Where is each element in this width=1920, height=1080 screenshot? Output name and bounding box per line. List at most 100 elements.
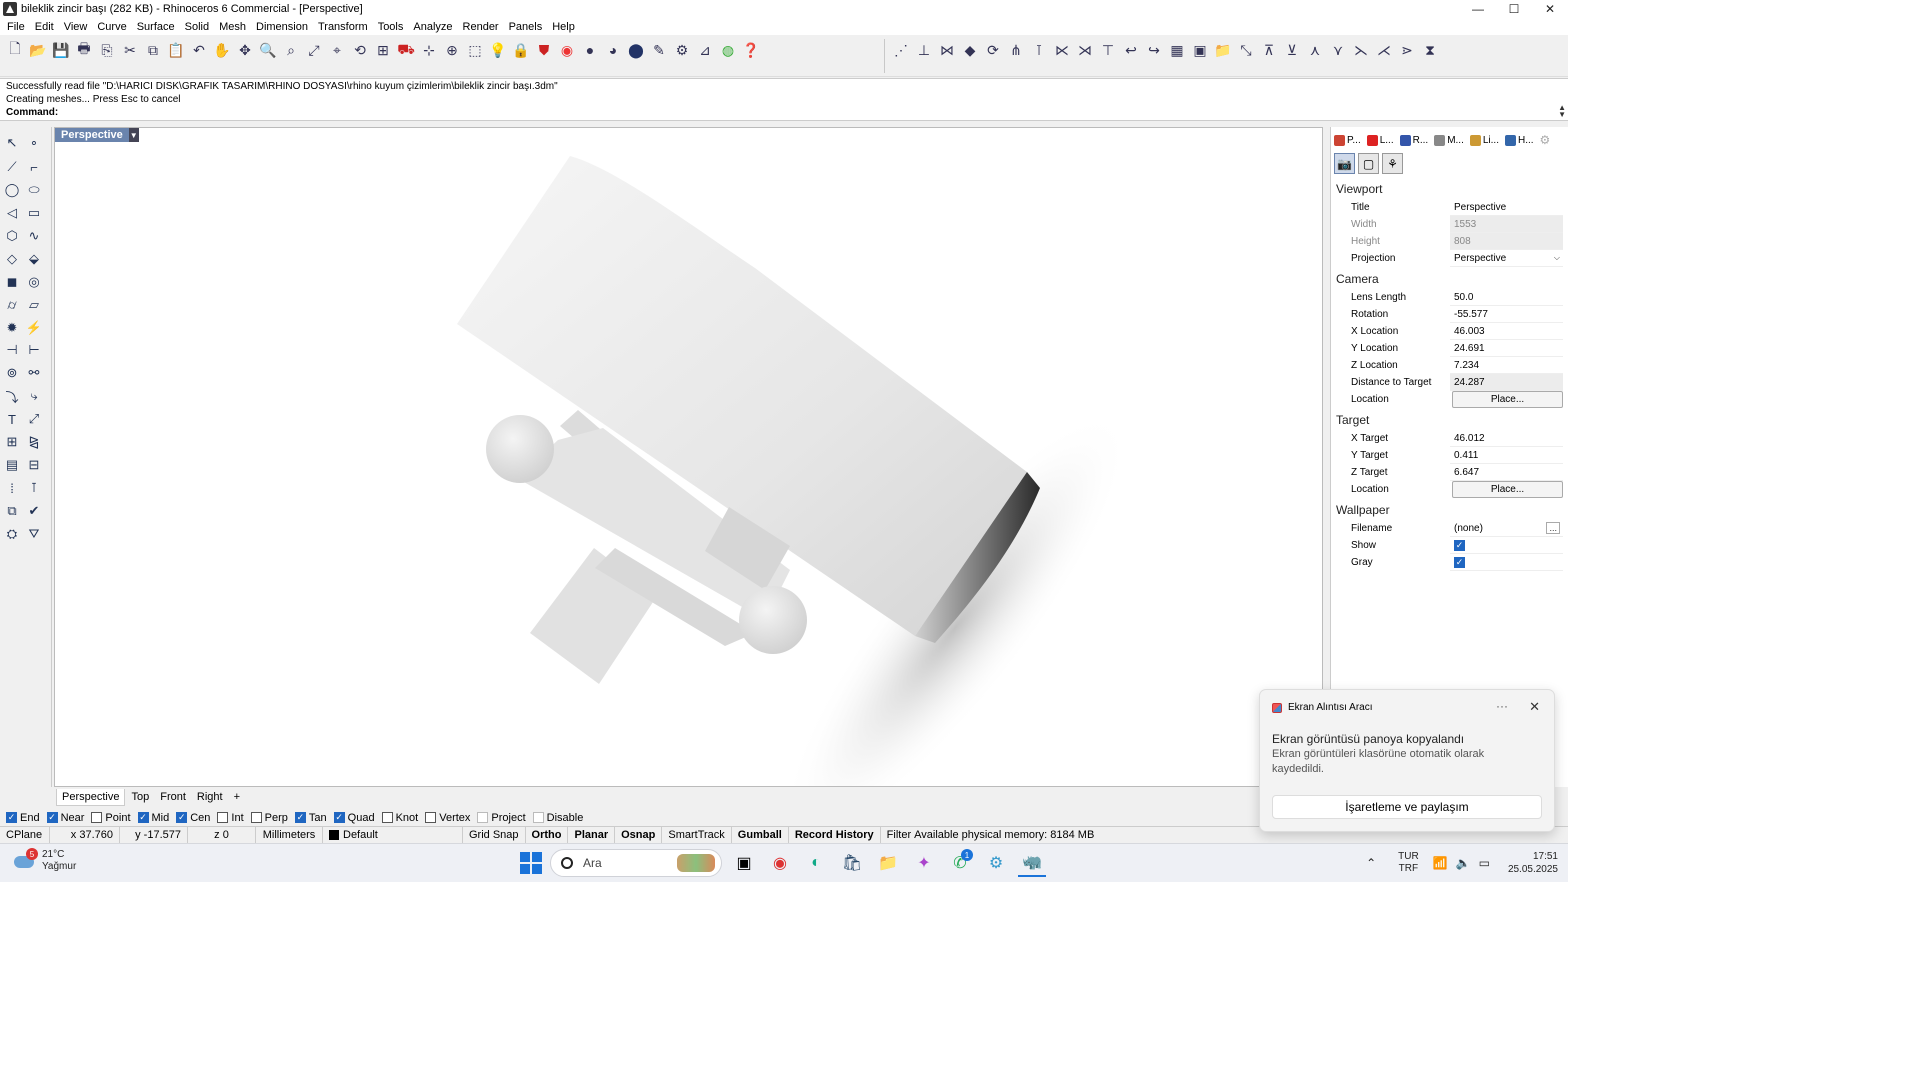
osnap-project[interactable]: Project (477, 812, 526, 824)
world-front-icon[interactable]: ⊻ (1281, 39, 1303, 61)
display-mode-icon[interactable]: ⚘ (1382, 153, 1403, 174)
y-location-field[interactable]: 24.691 (1450, 340, 1563, 357)
z-target-field[interactable]: 6.647 (1450, 464, 1563, 481)
osnap-disable-checkbox[interactable] (532, 812, 544, 823)
menu-curve[interactable]: Curve (92, 21, 131, 33)
paint-icon[interactable]: ⛛ (24, 524, 44, 544)
copy-icon[interactable]: ⧉ (142, 39, 164, 61)
snipping-tool-notification[interactable]: Ekran Alıntısı Aracı ··· ✕ Ekran görüntü… (1259, 689, 1555, 832)
menu-solid[interactable]: Solid (180, 21, 214, 33)
grid-snap-toggle[interactable]: Grid Snap (463, 826, 526, 844)
blend-curve-icon[interactable]: ⤷ (24, 386, 44, 406)
osnap-point[interactable]: Point (91, 812, 131, 824)
help-icon[interactable]: ❓ (740, 39, 762, 61)
menu-render[interactable]: Render (458, 21, 504, 33)
tab-layers[interactable]: L... (1364, 132, 1397, 148)
rectangle-icon[interactable]: ▭ (24, 203, 44, 223)
extrude-icon[interactable]: ▤ (2, 455, 22, 475)
render-tools-icon[interactable]: ✹ (2, 318, 22, 338)
lock-icon[interactable]: 🔒 (510, 39, 532, 61)
osnap-disable[interactable]: Disable (532, 812, 583, 824)
wifi-icon[interactable]: 📶 (1433, 856, 1448, 870)
z-location-field[interactable]: 7.234 (1450, 357, 1563, 374)
freeform-curve-icon[interactable]: ∿ (24, 226, 44, 246)
new-file-icon[interactable]: 🗋 (4, 39, 26, 61)
world-right-icon[interactable]: ⋏ (1304, 39, 1326, 61)
print-icon[interactable]: 🖶 (73, 39, 95, 61)
fillet-icon[interactable]: ⤵ (2, 386, 22, 406)
edge-icon[interactable]: ◐ (802, 849, 830, 877)
language-indicator[interactable]: TUR TRF (1398, 851, 1419, 875)
osnap-near[interactable]: ✓ Near (46, 812, 84, 824)
taskbar-search[interactable]: Ara (550, 849, 722, 877)
edit-points-icon[interactable]: ⧉ (2, 501, 22, 521)
select-icon[interactable]: ⬚ (464, 39, 486, 61)
snap-tool-icon[interactable]: ⋰ (890, 39, 912, 61)
block-icon[interactable]: ⚯ (24, 363, 44, 383)
tab-libraries[interactable]: Li... (1467, 132, 1502, 148)
cplane-world-icon[interactable]: ⊤ (1097, 39, 1119, 61)
tab-render[interactable]: R... (1397, 132, 1432, 148)
extra-tool-icon[interactable]: ⧗ (1419, 39, 1441, 61)
dimension-tools-icon[interactable]: ⊣ (2, 340, 22, 360)
osnap-toggle[interactable]: Osnap (615, 826, 663, 844)
filter-toggle[interactable]: Filter (881, 827, 914, 844)
cplane-origin-icon[interactable]: ⊥ (913, 39, 935, 61)
y-target-field[interactable]: 0.411 (1450, 447, 1563, 464)
menu-dimension[interactable]: Dimension (251, 21, 313, 33)
camera-place-button[interactable]: Place... (1452, 391, 1563, 408)
cplane-elevation-icon[interactable]: ⋈ (936, 39, 958, 61)
copilot-icon[interactable]: ✦ (910, 849, 938, 877)
rhino-taskbar-icon[interactable]: 🦏 (1018, 849, 1046, 877)
ortho-toggle[interactable]: Ortho (526, 826, 569, 844)
rendered-sphere-icon[interactable]: ◕ (602, 39, 624, 61)
chevron-up-icon[interactable]: ⌃ (1366, 856, 1376, 870)
four-viewports-icon[interactable]: ⊞ (372, 39, 394, 61)
options-gear-icon[interactable]: ⚙ (671, 39, 693, 61)
speaker-icon[interactable]: 🔈 (1456, 856, 1471, 870)
text-tools-icon[interactable]: ⊢ (24, 340, 44, 360)
lens-length-field[interactable]: 50.0 (1450, 289, 1563, 306)
solid-box-icon[interactable]: ◼ (2, 272, 22, 292)
battery-icon[interactable]: ▭ (1479, 856, 1490, 870)
mirror-icon[interactable]: ⧎ (24, 432, 44, 452)
analyze-icon[interactable]: ⊺ (24, 478, 44, 498)
undo-view-icon[interactable]: ⟲ (349, 39, 371, 61)
globe-icon[interactable]: ◍ (717, 39, 739, 61)
osnap-quad-checkbox[interactable]: ✓ (333, 812, 345, 823)
import-icon[interactable]: ⎘ (96, 39, 118, 61)
cplane-label[interactable]: CPlane (0, 826, 50, 844)
x-location-field[interactable]: 46.003 (1450, 323, 1563, 340)
tab-perspective[interactable]: Perspective (56, 788, 126, 806)
cplane-rotate-icon[interactable]: ⟳ (982, 39, 1004, 61)
osnap-quad[interactable]: ✓ Quad (333, 812, 375, 824)
light-bulb-icon[interactable]: 💡 (487, 39, 509, 61)
x-target-field[interactable]: 46.012 (1450, 430, 1563, 447)
osnap-near-checkbox[interactable]: ✓ (46, 812, 58, 823)
clock[interactable]: 17:51 25.05.2025 (1508, 850, 1558, 876)
render-sphere-icon[interactable]: ⬤ (625, 39, 647, 61)
maximize-button[interactable]: ☐ (1496, 0, 1532, 18)
minimize-button[interactable]: — (1460, 0, 1496, 18)
menu-analyze[interactable]: Analyze (408, 21, 457, 33)
select-arrow-icon[interactable]: ↖ (2, 133, 22, 153)
folder-icon[interactable]: 📁 (1212, 39, 1234, 61)
world-bottom-icon[interactable]: ⋌ (1373, 39, 1395, 61)
pan-icon[interactable]: ✋ (211, 39, 233, 61)
cplane-icon[interactable]: ⊕ (441, 39, 463, 61)
paste-icon[interactable]: 📋 (165, 39, 187, 61)
open-file-icon[interactable]: 📂 (27, 39, 49, 61)
close-button[interactable]: ✕ (1532, 0, 1568, 18)
scale-icon[interactable]: ⤢ (24, 409, 44, 429)
viewport-frame-icon[interactable]: ▢ (1358, 153, 1379, 174)
tab-right[interactable]: Right (192, 789, 228, 805)
zoom-selected-icon[interactable]: ⌖ (326, 39, 348, 61)
settings-icon[interactable]: ⚙ (982, 849, 1010, 877)
chrome-icon[interactable]: ◉ (766, 849, 794, 877)
osnap-cen-checkbox[interactable]: ✓ (176, 812, 188, 823)
zoom-extents-icon[interactable]: ⤢ (303, 39, 325, 61)
color-wheel-icon[interactable]: ◉ (556, 39, 578, 61)
cplane-3pt-icon[interactable]: ⋔ (1005, 39, 1027, 61)
osnap-point-checkbox[interactable] (91, 812, 103, 823)
gumball-toggle[interactable]: Gumball (732, 826, 789, 844)
